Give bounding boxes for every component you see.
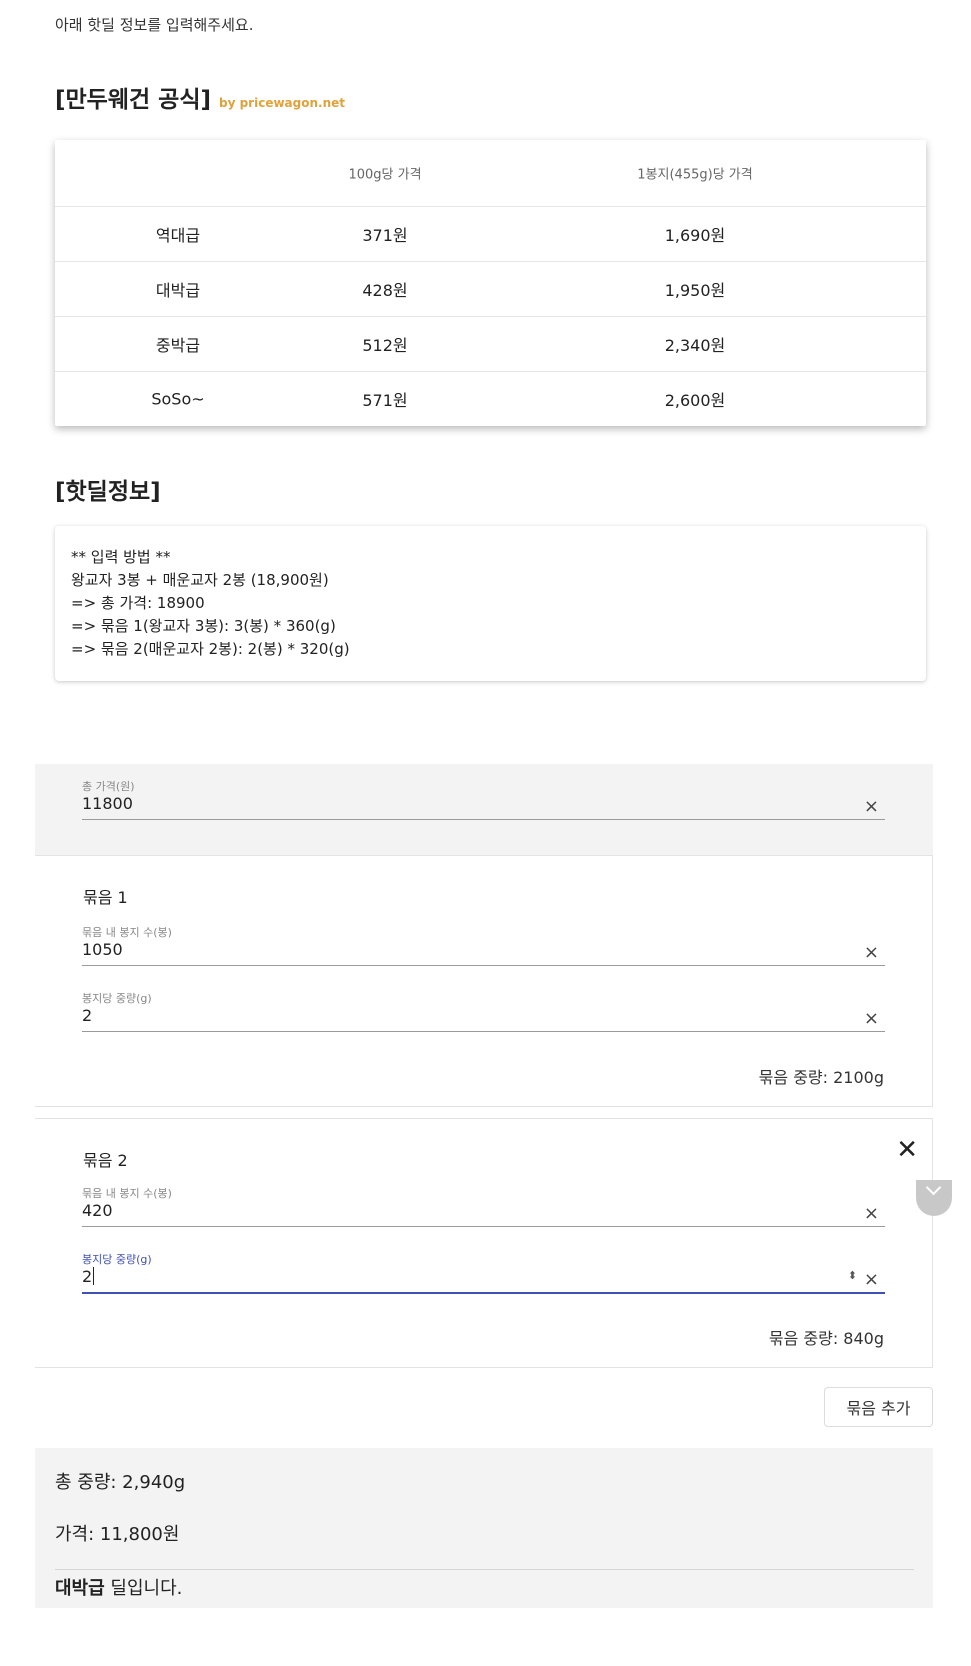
bundle-weight: 묶음 중량: 2100g: [758, 1068, 884, 1087]
bag-weight-value[interactable]: 2: [82, 1006, 92, 1025]
bag-weight-label: 봉지당 중량(g): [82, 1253, 152, 1266]
perbag-cell: 1,690원: [664, 226, 726, 245]
input-guide-card: ** 입력 방법 ** 왕교자 3봉 + 매운교자 2봉 (18,900원) =…: [55, 526, 926, 681]
per100g-cell: 428원: [362, 281, 408, 300]
verdict-text: 대박급 딜입니다.: [55, 1574, 182, 1600]
total-weight-text: 총 중량: 2,940g: [55, 1472, 186, 1493]
remove-bundle-icon[interactable]: ✕: [896, 1137, 918, 1163]
guide-line: 왕교자 3봉 + 매운교자 2봉 (18,900원): [71, 571, 329, 589]
header-per100g: 100g당 가격: [348, 167, 422, 183]
bag-weight-value[interactable]: 2: [82, 1267, 95, 1286]
number-spinner-icon[interactable]: ⬍: [848, 1269, 857, 1282]
table-row: 대박급 428원 1,950원: [55, 261, 926, 316]
input-underline: [82, 1031, 885, 1032]
per100g-cell: 571원: [362, 391, 408, 410]
price-text: 가격: 11,800원: [55, 1524, 180, 1545]
clear-icon[interactable]: ×: [864, 1008, 879, 1029]
table-row: 중박급 512원 2,340원: [55, 316, 926, 371]
verdict-grade: 대박급: [55, 1578, 105, 1599]
bundle-title: 묶음 1: [83, 888, 128, 907]
perbag-cell: 2,600원: [664, 391, 726, 410]
add-bundle-button[interactable]: 묶음 추가: [824, 1387, 933, 1427]
per100g-cell: 371원: [362, 226, 408, 245]
header-perbag: 1봉지(455g)당 가격: [637, 167, 753, 183]
result-summary: 총 중량: 2,940g 가격: 11,800원 대박급 딜입니다.: [35, 1448, 933, 1608]
input-underline: [82, 965, 885, 966]
clear-icon[interactable]: ×: [864, 796, 879, 817]
divider: [55, 1569, 914, 1570]
perbag-cell: 1,950원: [664, 281, 726, 300]
chevron-down-icon: [925, 1179, 942, 1196]
input-underline: [82, 1292, 885, 1294]
intro-text: 아래 핫딜 정보를 입력해주세요.: [55, 16, 254, 34]
hotdeal-title: [핫딜정보]: [55, 479, 161, 505]
per100g-cell: 512원: [362, 336, 408, 355]
input-underline: [82, 819, 885, 820]
formula-title-text: [만두웨건 공식]: [55, 87, 211, 113]
text-cursor: [93, 1267, 95, 1285]
scroll-down-button[interactable]: [916, 1179, 952, 1216]
verdict-suffix: 딜입니다.: [104, 1578, 183, 1599]
grade-cell: 대박급: [155, 281, 201, 300]
bag-count-label: 묶음 내 봉지 수(봉): [82, 1187, 172, 1200]
bundle-group-2: ✕ 묶음 2 묶음 내 봉지 수(봉) 420 × 봉지당 중량(g) 2 ⬍ …: [35, 1118, 933, 1368]
guide-line: => 묶음 2(매운교자 2봉): 2(봉) * 320(g): [71, 640, 350, 658]
table-row: 역대급 371원 1,690원: [55, 206, 926, 261]
input-underline: [82, 1226, 885, 1227]
grade-cell: 역대급: [155, 226, 201, 245]
clear-icon[interactable]: ×: [864, 942, 879, 963]
price-table-header: 100g당 가격 1봉지(455g)당 가격: [55, 140, 926, 206]
grade-cell: 중박급: [155, 336, 201, 355]
clear-icon[interactable]: ×: [864, 1203, 879, 1224]
guide-line: => 묶음 1(왕교자 3봉): 3(봉) * 360(g): [71, 617, 336, 635]
price-table: 100g당 가격 1봉지(455g)당 가격 역대급 371원 1,690원 대…: [55, 140, 926, 426]
formula-by-link[interactable]: by pricewagon.net: [219, 96, 345, 110]
formula-title: [만두웨건 공식] by pricewagon.net: [55, 80, 345, 114]
total-price-section: 총 가격(원) 11800 ×: [35, 764, 933, 855]
bag-count-value[interactable]: 1050: [82, 940, 123, 959]
guide-line: ** 입력 방법 **: [71, 548, 171, 566]
perbag-cell: 2,340원: [664, 336, 726, 355]
bundle-weight: 묶음 중량: 840g: [768, 1329, 884, 1348]
bag-count-label: 묶음 내 봉지 수(봉): [82, 926, 172, 939]
bag-weight-text: 2: [82, 1267, 93, 1286]
grade-cell: SoSo~: [151, 389, 205, 409]
bundle-title: 묶음 2: [83, 1151, 128, 1170]
clear-icon[interactable]: ×: [864, 1269, 879, 1290]
table-row: SoSo~ 571원 2,600원: [55, 371, 926, 426]
total-price-label: 총 가격(원): [82, 780, 135, 793]
bundle-group-1: 묶음 1 묶음 내 봉지 수(봉) 1050 × 봉지당 중량(g) 2 × 묶…: [35, 855, 933, 1107]
bag-weight-label: 봉지당 중량(g): [82, 992, 152, 1005]
bag-count-value[interactable]: 420: [82, 1201, 113, 1220]
total-price-value[interactable]: 11800: [82, 794, 133, 813]
guide-line: => 총 가격: 18900: [71, 594, 205, 612]
